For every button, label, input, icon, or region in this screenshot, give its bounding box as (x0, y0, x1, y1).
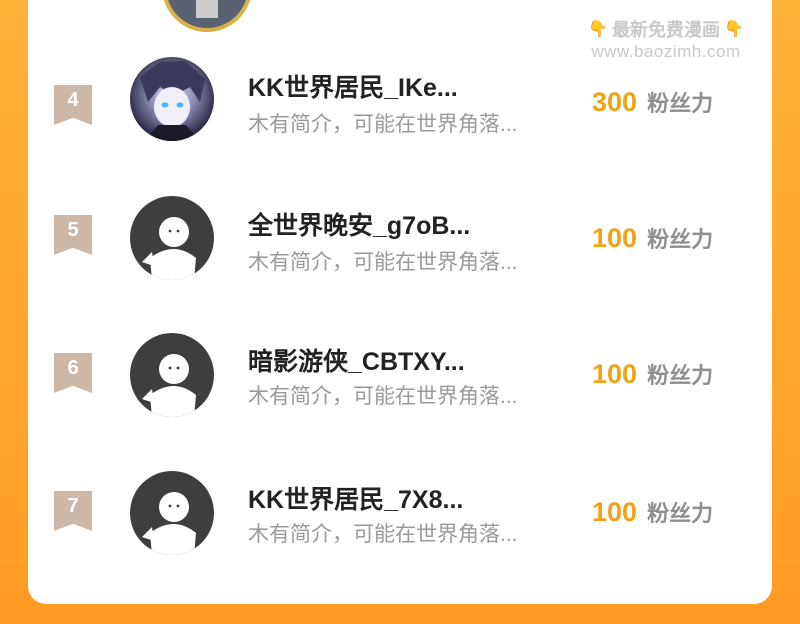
pointing-down-icon: 👇 (588, 21, 608, 38)
avatar-rank-3[interactable] (162, 0, 252, 32)
user-name[interactable]: KK世界居民_7X8... (248, 480, 463, 516)
list-item[interactable]: 7 KK世界居民_7X8... 木有简介，可能在世界角落... 100 粉丝力 (28, 464, 772, 584)
pointing-down-icon: 👇 (724, 21, 744, 38)
fan-power-value: 300 (592, 87, 638, 117)
user-name[interactable]: 暗影游侠_CBTXY... (248, 342, 465, 378)
fan-power: 100 粉丝力 (592, 358, 713, 390)
fan-power: 100 粉丝力 (592, 496, 713, 528)
list-item[interactable]: 5 全世界晚安_g7oB... 木有简介，可能在世界角落... 100 粉丝力 (28, 188, 772, 308)
rank-badge: 4 (54, 85, 92, 125)
fan-power-value: 100 (592, 359, 638, 389)
watermark-text: 最新免费漫画 (612, 20, 720, 40)
default-avatar[interactable] (130, 196, 214, 280)
user-bio: 木有简介，可能在世界角落... (248, 251, 518, 274)
user-name[interactable]: KK世界居民_IKe... (248, 68, 458, 104)
user-bio: 木有简介，可能在世界角落... (248, 113, 518, 136)
fan-power: 100 粉丝力 (592, 222, 713, 254)
rank-badge: 5 (54, 215, 92, 255)
list-item[interactable]: 4 KK世界居民_IKe... 木有简介，可能在世界角落... 300 粉丝力 (28, 50, 772, 170)
fan-power-unit: 粉丝力 (647, 91, 714, 116)
anime-avatar[interactable] (130, 57, 214, 141)
rank-badge: 7 (54, 491, 92, 531)
default-avatar[interactable] (130, 333, 214, 417)
rank-badge: 6 (54, 353, 92, 393)
default-avatar[interactable] (130, 471, 214, 555)
fan-power-unit: 粉丝力 (647, 227, 714, 252)
user-bio: 木有简介，可能在世界角落... (248, 385, 518, 408)
user-name[interactable]: 全世界晚安_g7oB... (248, 206, 470, 242)
list-item[interactable]: 6 暗影游侠_CBTXY... 木有简介，可能在世界角落... 100 粉丝力 (28, 326, 772, 446)
fan-power-unit: 粉丝力 (647, 501, 714, 526)
user-bio: 木有简介，可能在世界角落... (248, 523, 518, 546)
ranking-card: 👇 最新免费漫画 👇 www.baozimh.com 4 KK世界居民_IKe.… (28, 0, 772, 604)
fan-power-unit: 粉丝力 (647, 363, 714, 388)
fan-power: 300 粉丝力 (592, 86, 713, 118)
fan-power-value: 100 (592, 497, 638, 527)
fan-power-value: 100 (592, 223, 638, 253)
